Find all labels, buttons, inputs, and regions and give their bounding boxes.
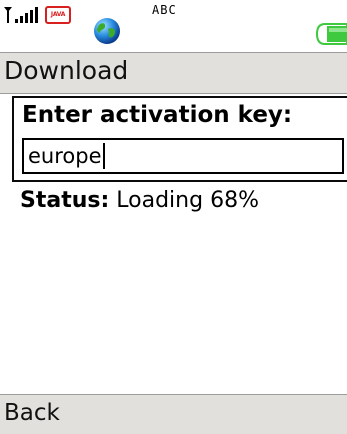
back-button[interactable]: Back [4, 400, 60, 426]
java-icon: JAVA [45, 6, 71, 24]
activation-key-value: europe [28, 143, 102, 168]
activation-form: Enter activation key: europe [12, 96, 347, 182]
softkey-bar: Back [0, 394, 347, 434]
activation-key-label: Enter activation key: [22, 102, 293, 128]
title-bar: Download [0, 52, 347, 94]
status-label: Status: [20, 188, 110, 213]
input-mode-indicator: ABC [152, 3, 177, 17]
status-value: Loading 68% [116, 188, 259, 213]
activation-key-input[interactable]: europe [22, 138, 344, 174]
phone-screen: JAVA ABC Download Enter activation key: [0, 0, 347, 434]
status-bar: JAVA ABC [0, 0, 347, 52]
text-caret [102, 143, 105, 169]
globe-icon [94, 18, 120, 44]
status-line: Status: Loading 68% [20, 188, 259, 213]
page-title: Download [4, 56, 129, 85]
battery-icon [315, 23, 347, 45]
signal-icon [4, 7, 38, 23]
